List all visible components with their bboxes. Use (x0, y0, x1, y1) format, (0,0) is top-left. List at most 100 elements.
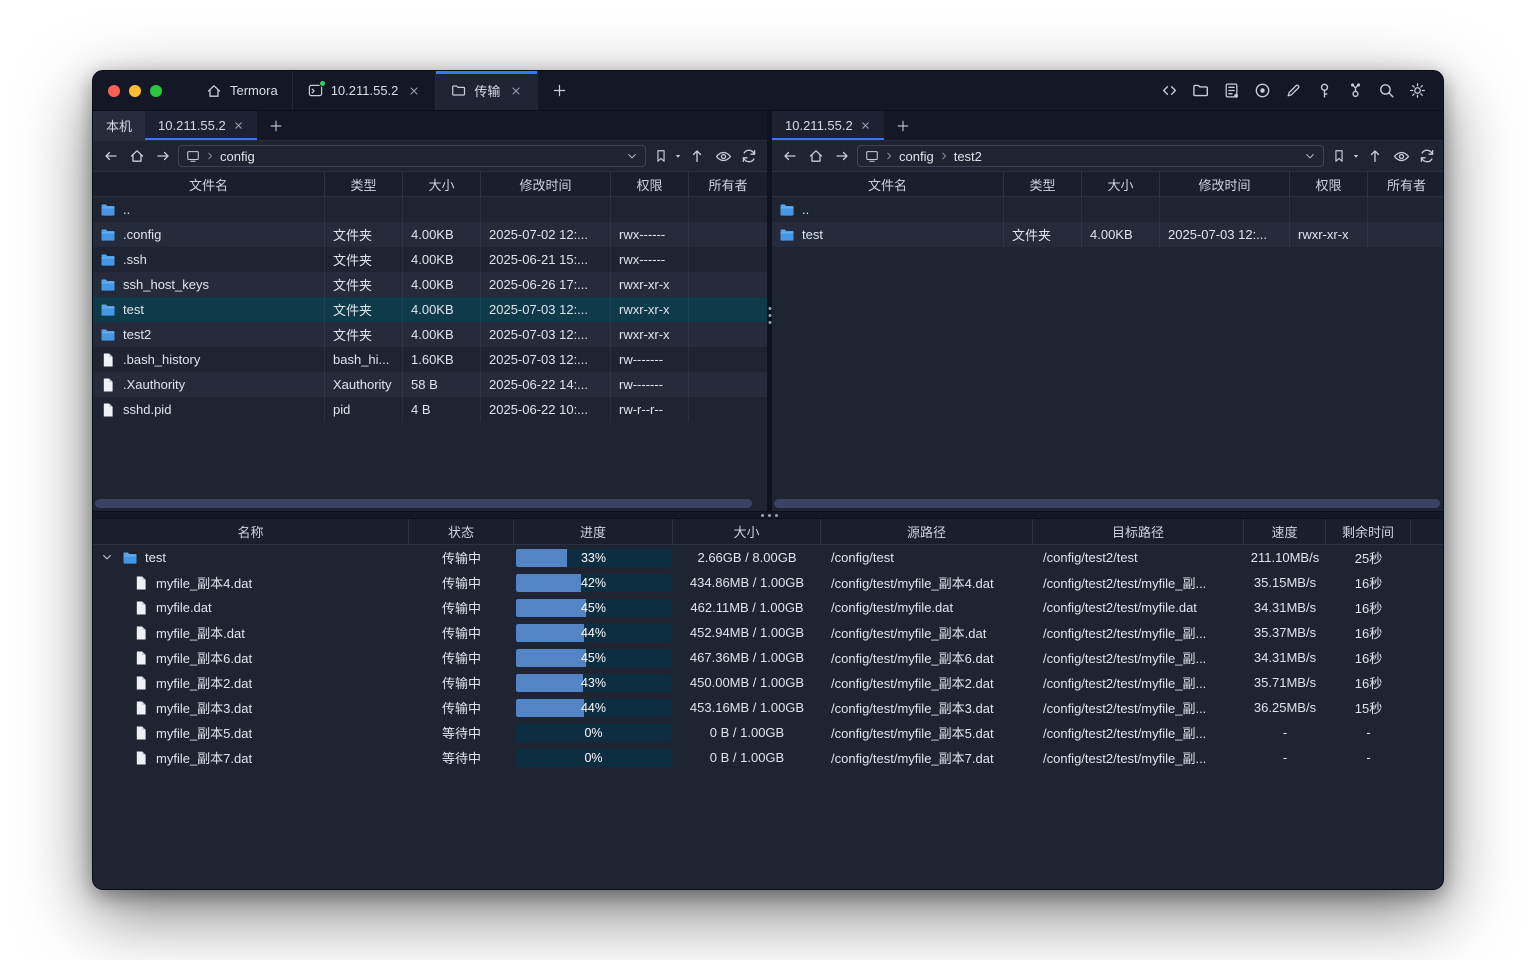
column-header[interactable]: 名称 (93, 519, 409, 544)
keychain-icon[interactable] (1343, 79, 1367, 103)
zoom-window-button[interactable] (150, 85, 162, 97)
column-header[interactable]: 修改时间 (481, 172, 611, 196)
column-header[interactable]: 大小 (403, 172, 481, 196)
add-pane-tab-button[interactable] (257, 111, 295, 140)
close-icon[interactable] (510, 85, 522, 97)
file-row[interactable]: .. (93, 197, 767, 222)
transfer-row[interactable]: test传输中33%2.66GB / 8.00GB/config/test/co… (93, 545, 1444, 570)
column-header[interactable]: 大小 (673, 519, 821, 544)
transfer-row[interactable]: myfile_副本5.dat等待中0%0 B / 1.00GB/config/t… (93, 720, 1444, 745)
right-path-input[interactable]: config test2 (857, 145, 1324, 167)
file-row[interactable]: .config文件夹4.00KB2025-07-02 12:...rwx----… (93, 222, 767, 247)
folder-icon[interactable] (1188, 79, 1212, 103)
column-header[interactable]: 大小 (1082, 172, 1160, 196)
horizontal-scrollbar[interactable] (95, 499, 752, 508)
upload-icon[interactable] (686, 145, 708, 167)
file-row[interactable]: .ssh文件夹4.00KB2025-06-21 15:...rwx------ (93, 247, 767, 272)
home-icon[interactable] (805, 145, 827, 167)
transfer-row[interactable]: myfile_副本6.dat传输中45%467.36MB / 1.00GB/co… (93, 645, 1444, 670)
path-segment[interactable]: test2 (954, 149, 982, 164)
refresh-icon[interactable] (1416, 145, 1438, 167)
refresh-icon[interactable] (738, 145, 760, 167)
close-icon[interactable] (408, 85, 420, 97)
column-header[interactable]: 修改时间 (1160, 172, 1290, 196)
code-icon[interactable] (1157, 79, 1181, 103)
new-tab-button[interactable] (538, 71, 581, 110)
cell-owner (689, 197, 767, 222)
column-header[interactable]: 类型 (325, 172, 403, 196)
file-row[interactable]: ssh_host_keys文件夹4.00KB2025-06-26 17:...r… (93, 272, 767, 297)
chevron-down-icon[interactable] (101, 551, 115, 565)
key-icon[interactable] (1312, 79, 1336, 103)
forward-icon[interactable] (831, 145, 853, 167)
column-header[interactable]: 文件名 (93, 172, 325, 196)
column-header[interactable]: 所有者 (689, 172, 767, 196)
transfer-remaining-time: 25秒 (1326, 548, 1411, 567)
bookmark-icon[interactable] (1328, 145, 1350, 167)
transfer-row[interactable]: myfile_副本4.dat传输中42%434.86MB / 1.00GB/co… (93, 570, 1444, 595)
horizontal-splitter[interactable] (93, 511, 1444, 519)
caret-down-icon[interactable] (674, 152, 682, 160)
column-header[interactable]: 目标路径 (1033, 519, 1244, 544)
file-row[interactable]: test文件夹4.00KB2025-07-03 12:...rwxr-xr-x (772, 222, 1444, 247)
record-icon[interactable] (1250, 79, 1274, 103)
close-icon[interactable] (860, 120, 871, 131)
column-header[interactable]: 源路径 (821, 519, 1033, 544)
transfer-size: 452.94MB / 1.00GB (673, 625, 821, 640)
transfer-row[interactable]: myfile_副本3.dat传输中44%453.16MB / 1.00GB/co… (93, 695, 1444, 720)
column-header[interactable]: 速度 (1244, 519, 1326, 544)
path-segment[interactable]: config (220, 149, 255, 164)
search-icon[interactable] (1374, 79, 1398, 103)
edit-icon[interactable] (1281, 79, 1305, 103)
column-header[interactable]: 文件名 (772, 172, 1004, 196)
tab-remote-10-211-55-2[interactable]: 10.211.55.2 (145, 111, 257, 140)
app-home-tab[interactable]: Termora (192, 71, 292, 110)
bookmark-icon[interactable] (650, 145, 672, 167)
transfer-row[interactable]: myfile_副本7.dat等待中0%0 B / 1.00GB/config/t… (93, 745, 1444, 770)
column-header[interactable]: 进度 (514, 519, 673, 544)
column-header[interactable]: 剩余时间 (1326, 519, 1411, 544)
column-header[interactable]: 所有者 (1368, 172, 1444, 196)
file-row[interactable]: .bash_historybash_hi...1.60KB2025-07-03 … (93, 347, 767, 372)
file-row[interactable]: test2文件夹4.00KB2025-07-03 12:...rwxr-xr-x (93, 322, 767, 347)
chevron-down-icon[interactable] (1304, 150, 1316, 162)
file-row[interactable]: .. (772, 197, 1444, 222)
path-segment[interactable]: config (899, 149, 934, 164)
transfer-row[interactable]: myfile_副本.dat传输中44%452.94MB / 1.00GB/con… (93, 620, 1444, 645)
upload-icon[interactable] (1364, 145, 1386, 167)
home-icon[interactable] (126, 145, 148, 167)
close-icon[interactable] (233, 120, 244, 131)
file-row[interactable]: test文件夹4.00KB2025-07-03 12:...rwxr-xr-x (93, 297, 767, 322)
cell-progress: 43% (514, 674, 673, 692)
close-window-button[interactable] (108, 85, 120, 97)
column-header[interactable]: 权限 (1290, 172, 1368, 196)
add-pane-tab-button[interactable] (884, 111, 922, 140)
cell-size: 4.00KB (403, 322, 481, 347)
show-hidden-eye-icon[interactable] (712, 145, 734, 167)
column-header[interactable]: 状态 (409, 519, 514, 544)
show-hidden-eye-icon[interactable] (1390, 145, 1412, 167)
back-icon[interactable] (779, 145, 801, 167)
transfer-row[interactable]: myfile.dat传输中45%462.11MB / 1.00GB/config… (93, 595, 1444, 620)
file-row[interactable]: sshd.pidpid4 B2025-06-22 10:...rw-r--r-- (93, 397, 767, 422)
settings-gear-icon[interactable] (1405, 79, 1429, 103)
column-header[interactable]: 权限 (611, 172, 689, 196)
tab-transfer[interactable]: 传输 (435, 71, 538, 110)
cell-name: .Xauthority (93, 372, 325, 397)
left-path-input[interactable]: config (178, 145, 646, 167)
back-icon[interactable] (100, 145, 122, 167)
file-row[interactable]: .XauthorityXauthority58 B2025-06-22 14:.… (93, 372, 767, 397)
folder-icon (779, 202, 795, 218)
tab-host-10-211-55-2[interactable]: 10.211.55.2 (292, 71, 436, 110)
tab-remote-10-211-55-2[interactable]: 10.211.55.2 (772, 111, 884, 140)
tab-local[interactable]: 本机 (93, 111, 145, 140)
column-header[interactable]: 类型 (1004, 172, 1082, 196)
file-icon (133, 725, 149, 741)
caret-down-icon[interactable] (1352, 152, 1360, 160)
forward-icon[interactable] (152, 145, 174, 167)
log-icon[interactable] (1219, 79, 1243, 103)
minimize-window-button[interactable] (129, 85, 141, 97)
horizontal-scrollbar[interactable] (774, 499, 1440, 508)
transfer-row[interactable]: myfile_副本2.dat传输中43%450.00MB / 1.00GB/co… (93, 670, 1444, 695)
chevron-down-icon[interactable] (626, 150, 638, 162)
